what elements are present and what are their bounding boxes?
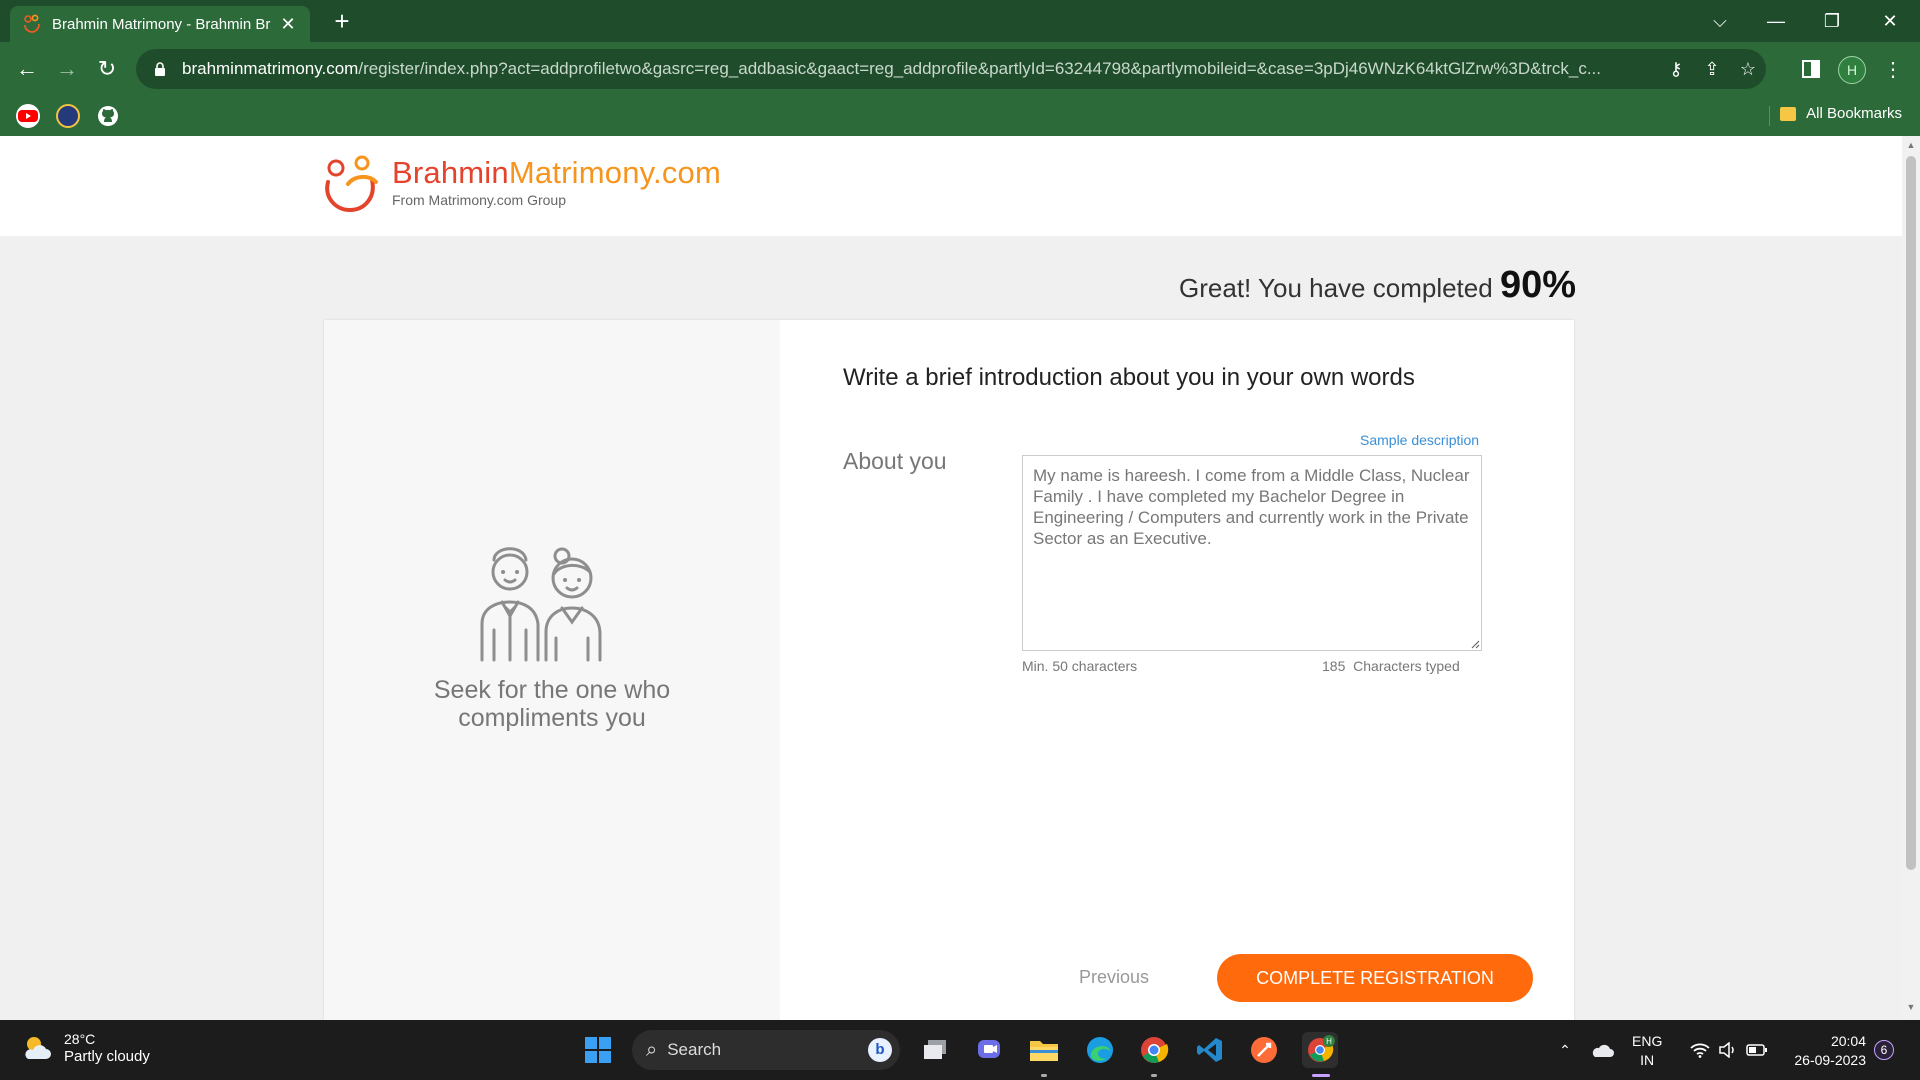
registration-card: Seek for the one who compliments you Wri… [324, 320, 1574, 1020]
textarea-resize-grip-icon[interactable] [1470, 639, 1480, 649]
logo-brahmin-text: Brahmin [392, 155, 509, 190]
key-icon[interactable]: ⚷ [1658, 51, 1694, 87]
windows-taskbar: 28°C Partly cloudy ⌕ Search b H ⌃ ENG IN… [0, 1020, 1920, 1080]
form-title: Write a brief introduction about you in … [843, 364, 1415, 391]
new-tab-button[interactable]: + [326, 6, 358, 38]
notification-count-badge[interactable]: 6 [1874, 1040, 1894, 1060]
browser-tab-strip: Brahmin Matrimony - Brahmin Br ✕ + ⌵ — ❐… [0, 0, 1920, 42]
weather-temperature: 28°C [64, 1031, 96, 1047]
about-you-textarea[interactable]: My name is hareesh. I come from a Middle… [1022, 455, 1482, 651]
brahmin-favicon-icon [24, 14, 40, 33]
edge-browser-icon[interactable] [1082, 1032, 1118, 1068]
scroll-down-arrow-icon[interactable]: ▼ [1906, 1002, 1916, 1012]
browser-tab-active[interactable]: Brahmin Matrimony - Brahmin Br ✕ [10, 6, 310, 42]
previous-button[interactable]: Previous [1079, 967, 1149, 988]
lock-icon [155, 62, 165, 76]
chrome-profile-h-icon[interactable]: H [1302, 1032, 1338, 1068]
language-line-1: ENG [1632, 1033, 1663, 1049]
onedrive-cloud-icon[interactable] [1588, 1020, 1616, 1080]
partly-cloudy-icon [25, 1037, 51, 1059]
restore-button[interactable]: ❐ [1806, 0, 1858, 42]
sample-description-link[interactable]: Sample description [1360, 432, 1479, 448]
complete-registration-button[interactable]: COMPLETE REGISTRATION [1217, 954, 1533, 1002]
illustration-panel: Seek for the one who compliments you [324, 320, 780, 1020]
bookmark-star-icon[interactable]: ☆ [1730, 51, 1766, 87]
input-language-indicator[interactable]: ENG IN [1632, 1032, 1662, 1070]
weather-widget[interactable]: 28°C Partly cloudy [20, 1030, 150, 1066]
battery-icon[interactable] [1744, 1020, 1770, 1080]
search-icon: ⌕ [646, 1038, 658, 1061]
about-you-label: About you [843, 448, 947, 474]
logo-matrimony-text: Matrimony.com [508, 155, 722, 190]
address-bar[interactable]: brahminmatrimony.com/register/index.php?… [136, 49, 1766, 89]
browser-toolbar: ← → ↻ brahminmatrimony.com/register/inde… [0, 42, 1920, 96]
show-hidden-icons-chevron-icon[interactable]: ⌃ [1554, 1020, 1576, 1080]
side-panel-icon[interactable] [1794, 52, 1828, 86]
bookmarks-bar: All Bookmarks [0, 96, 1920, 136]
characters-typed-label: Characters typed [1353, 658, 1460, 674]
url-host: brahminmatrimony.com [182, 59, 359, 78]
folder-icon [1780, 106, 1797, 121]
chrome-icon[interactable] [1136, 1032, 1172, 1068]
couple-illustration-icon [480, 547, 602, 662]
completion-percent: 90% [1499, 264, 1576, 306]
taskbar-search-label: Search [667, 1040, 722, 1059]
bookmark-emblem-icon[interactable] [56, 104, 80, 128]
tab-title: Brahmin Matrimony - Brahmin Br [52, 15, 271, 33]
all-bookmarks-label: All Bookmarks [1806, 105, 1902, 122]
reload-icon[interactable]: ↻ [90, 52, 124, 86]
file-explorer-icon[interactable] [1026, 1032, 1062, 1068]
volume-icon[interactable] [1716, 1020, 1740, 1080]
windows-start-icon[interactable] [580, 1032, 616, 1068]
postman-icon[interactable] [1246, 1032, 1282, 1068]
tab-search-chevron-icon[interactable]: ⌵ [1694, 0, 1746, 42]
vscode-icon[interactable] [1192, 1032, 1228, 1068]
explorer-running-indicator [1041, 1074, 1047, 1077]
clock-time: 20:04 [1830, 1033, 1866, 1049]
all-bookmarks-button[interactable]: All Bookmarks [1780, 105, 1902, 122]
tagline-line-1: Seek for the one who [433, 676, 671, 704]
wifi-icon[interactable] [1688, 1020, 1712, 1080]
characters-typed-value: 185 [1322, 658, 1346, 674]
logo-hearts-icon [325, 155, 378, 213]
back-arrow-icon[interactable]: ← [10, 52, 44, 86]
forward-arrow-icon[interactable]: → [50, 52, 84, 86]
tab-close-icon[interactable]: ✕ [278, 14, 298, 35]
svg-text:H: H [1326, 1037, 1332, 1046]
tagline: Seek for the one who compliments you [324, 676, 780, 732]
min-characters-hint: Min. 50 characters [1022, 658, 1138, 674]
characters-typed-counter: 185 Characters typed [1322, 658, 1460, 674]
weather-description: Partly cloudy [64, 1048, 150, 1065]
github-icon[interactable] [96, 104, 120, 128]
clock-date: 26-09-2023 [1794, 1052, 1866, 1068]
page-scrollbar[interactable]: ▲ ▼ [1902, 136, 1920, 1020]
url-text[interactable]: brahminmatrimony.com/register/index.php?… [182, 59, 1658, 79]
youtube-icon[interactable] [16, 104, 40, 128]
site-header: BrahminMatrimony.com From Matrimony.com … [0, 136, 1902, 236]
system-clock[interactable]: 20:04 26-09-2023 [1786, 1032, 1866, 1070]
completion-progress: Great! You have completed 90% [1179, 264, 1576, 307]
task-view-icon[interactable] [918, 1032, 954, 1068]
scroll-up-arrow-icon[interactable]: ▲ [1906, 140, 1916, 150]
chrome-running-indicator [1151, 1074, 1157, 1077]
tagline-line-2: compliments you [458, 704, 646, 732]
profile-avatar[interactable]: H [1838, 56, 1866, 84]
completion-text: Great! You have completed [1179, 273, 1493, 303]
brahmin-matrimony-logo[interactable]: BrahminMatrimony.com From Matrimony.com … [322, 154, 721, 216]
minimize-button[interactable]: — [1750, 0, 1802, 42]
logo-subtitle: From Matrimony.com Group [392, 192, 566, 208]
logo-wordmark: BrahminMatrimony.com [392, 154, 721, 192]
page-viewport: BrahminMatrimony.com From Matrimony.com … [0, 136, 1902, 1020]
scrollbar-thumb[interactable] [1906, 156, 1916, 870]
share-icon[interactable]: ⇪ [1694, 51, 1730, 87]
taskbar-search[interactable]: ⌕ Search b [632, 1030, 900, 1070]
menu-kebab-icon[interactable]: ⋮ [1876, 52, 1910, 86]
bookmarks-divider [1769, 106, 1770, 126]
url-path: /register/index.php?act=addprofiletwo&ga… [358, 59, 1601, 78]
close-window-button[interactable]: ✕ [1864, 0, 1916, 42]
bing-icon[interactable]: b [868, 1038, 892, 1062]
active-app-indicator [1312, 1074, 1330, 1077]
teams-chat-icon[interactable] [972, 1032, 1008, 1068]
language-line-2: IN [1640, 1052, 1655, 1068]
